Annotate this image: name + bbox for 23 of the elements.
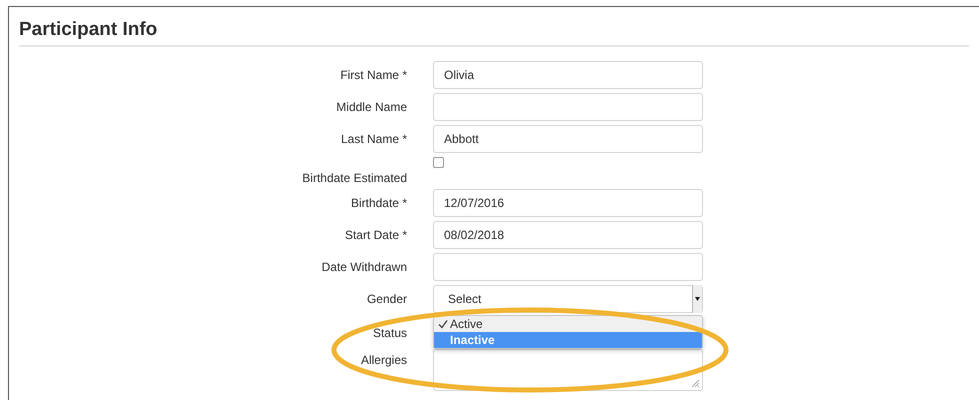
input-field[interactable]: Abbott	[433, 125, 703, 153]
field-label: Birthdate Estimated	[302, 171, 407, 185]
input-field[interactable]: 08/02/2018	[433, 221, 703, 249]
field-label: Start Date *	[344, 228, 407, 242]
input-field[interactable]: 12/07/2016	[433, 189, 703, 217]
checkbox[interactable]	[433, 157, 444, 168]
section-title: Participant Info	[19, 7, 969, 47]
field-label: Date Withdrawn	[322, 260, 407, 274]
input-field[interactable]	[433, 93, 703, 121]
input-field[interactable]: Olivia	[433, 61, 703, 89]
field-label: First Name *	[340, 68, 407, 82]
check-icon	[438, 319, 448, 329]
field-label: Last Name *	[340, 132, 407, 146]
field-label: Birthdate *	[350, 196, 407, 210]
field-label: Allergies	[360, 352, 407, 367]
resize-grip-icon	[691, 379, 700, 388]
field-label: Middle Name	[336, 100, 407, 114]
field-label: Gender	[366, 292, 407, 306]
caret-icon	[695, 297, 700, 301]
input-field[interactable]	[433, 253, 703, 281]
field-label: Status	[372, 326, 407, 340]
dropdown-option[interactable]: Active	[434, 316, 702, 332]
select-field[interactable]: Select	[433, 285, 703, 313]
